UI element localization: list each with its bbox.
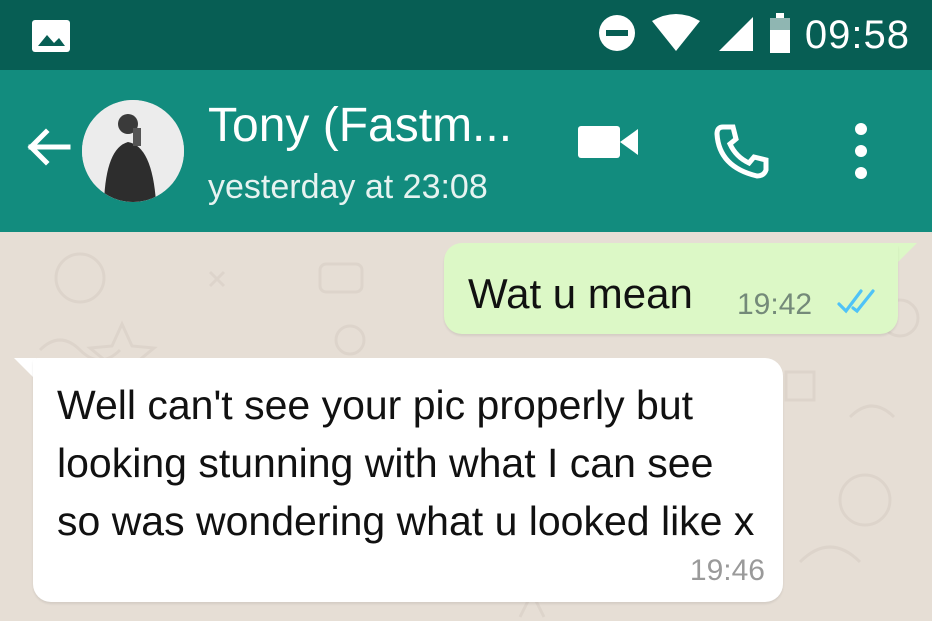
message-list: Wat u mean 19:42 Well can't see your pic… xyxy=(0,232,932,621)
message-text: Well can't see your pic properly but loo… xyxy=(57,382,755,544)
outgoing-message[interactable]: Wat u mean 19:42 xyxy=(444,243,898,334)
message-time: 19:46 xyxy=(689,554,765,587)
double-check-icon xyxy=(836,287,880,322)
gallery-icon xyxy=(30,18,72,59)
chat-header: Tony (Fastm... yesterday at 23:08 xyxy=(0,70,932,232)
video-call-icon[interactable] xyxy=(577,122,639,167)
status-bar: 09:58 xyxy=(0,0,932,70)
outgoing-bubble-tail xyxy=(895,243,917,265)
status-icons: 09:58 xyxy=(597,12,910,59)
last-seen: yesterday at 23:08 xyxy=(208,168,488,206)
more-icon[interactable] xyxy=(852,122,870,185)
message-text: Wat u mean xyxy=(468,270,693,317)
message-time: 19:42 xyxy=(737,288,813,321)
dnd-icon xyxy=(597,13,637,58)
battery-icon xyxy=(769,12,791,59)
back-arrow-icon[interactable] xyxy=(22,122,72,177)
wifi-icon xyxy=(651,13,701,58)
avatar[interactable] xyxy=(82,100,184,202)
phone-icon[interactable] xyxy=(713,122,771,185)
incoming-message[interactable]: Well can't see your pic properly but loo… xyxy=(33,358,783,602)
signal-icon xyxy=(715,13,755,58)
contact-name[interactable]: Tony (Fastm... xyxy=(208,98,512,153)
clock: 09:58 xyxy=(804,13,910,57)
